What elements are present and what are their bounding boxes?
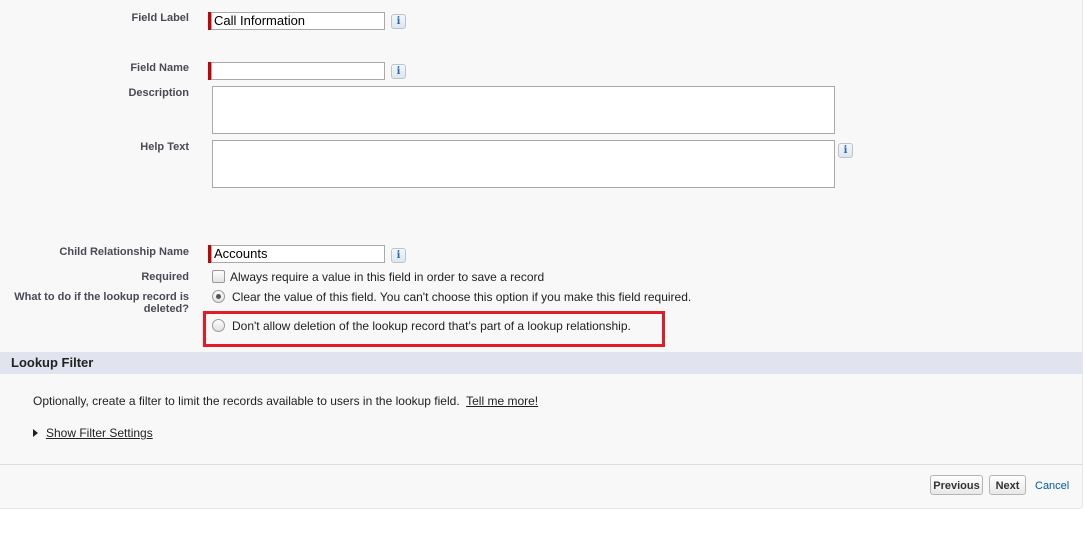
on-delete-label-line2: deleted? — [143, 303, 189, 315]
description-label: Description — [128, 87, 189, 99]
info-icon[interactable]: i — [391, 248, 406, 263]
required-option: Always require a value in this field in … — [212, 270, 544, 284]
lookup-filter-title: Lookup Filter — [11, 355, 94, 370]
field-label-input[interactable] — [211, 12, 385, 30]
help-text-textarea[interactable] — [212, 140, 835, 188]
clear-value-text: Clear the value of this field. You can't… — [232, 290, 692, 304]
on-delete-label-line1: What to do if the lookup record is — [14, 291, 189, 303]
required-label: Required — [141, 271, 189, 283]
on-delete-label: What to do if the lookup record is delet… — [14, 291, 189, 315]
help-text-label: Help Text — [140, 141, 189, 153]
next-button[interactable]: Next — [989, 475, 1026, 495]
info-icon[interactable]: i — [391, 64, 406, 79]
required-checkbox-text: Always require a value in this field in … — [230, 270, 545, 284]
footer-divider — [0, 464, 1082, 465]
on-delete-option-clear: Clear the value of this field. You can't… — [212, 290, 691, 304]
description-textarea[interactable] — [212, 86, 835, 134]
previous-button[interactable]: Previous — [930, 475, 983, 495]
lookup-filter-section-header: Lookup Filter — [0, 352, 1082, 374]
required-checkbox[interactable] — [212, 270, 225, 283]
lookup-filter-description-row: Optionally, create a filter to limit the… — [33, 394, 538, 408]
annotation-highlight-box — [203, 311, 665, 347]
info-icon[interactable]: i — [838, 143, 853, 158]
info-icon[interactable]: i — [391, 14, 406, 29]
show-filter-settings-row[interactable]: Show Filter Settings — [33, 426, 153, 440]
new-field-form-panel: Field Label i Field Name i Description H… — [0, 0, 1083, 509]
child-relationship-name-input[interactable] — [211, 245, 385, 263]
child-relationship-name-label: Child Relationship Name — [59, 246, 189, 258]
field-name-input[interactable] — [211, 62, 385, 80]
show-filter-settings-link[interactable]: Show Filter Settings — [46, 426, 153, 440]
field-label-label: Field Label — [131, 12, 189, 24]
cancel-link[interactable]: Cancel — [1035, 480, 1069, 492]
tell-me-more-link[interactable]: Tell me more! — [466, 394, 538, 408]
expand-triangle-icon[interactable] — [33, 429, 38, 437]
clear-value-radio[interactable] — [212, 290, 225, 303]
lookup-filter-description: Optionally, create a filter to limit the… — [33, 394, 460, 408]
field-name-label: Field Name — [130, 62, 189, 74]
